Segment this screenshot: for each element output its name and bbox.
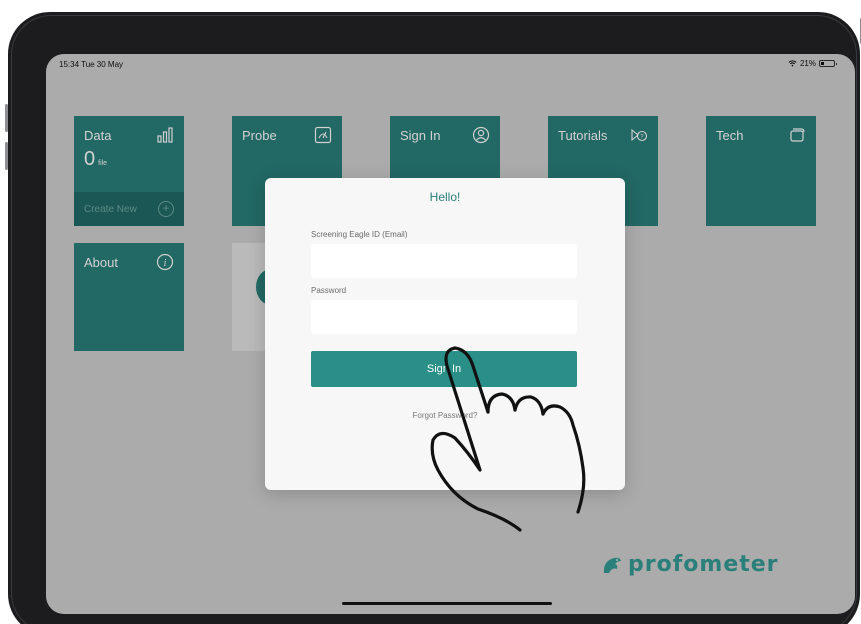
ipad-frame: 15:34 Tue 30 May 21% Data 0 file Create … [5, 12, 861, 624]
signin-modal: Hello! Screening Eagle ID (Email) Passwo… [265, 178, 625, 490]
tablet-screen: 15:34 Tue 30 May 21% Data 0 file Create … [46, 54, 855, 614]
home-indicator[interactable] [342, 602, 552, 605]
stage: 15:34 Tue 30 May 21% Data 0 file Create … [0, 0, 861, 624]
password-field[interactable] [311, 300, 577, 334]
email-field[interactable] [311, 244, 577, 278]
volume-button [5, 104, 8, 132]
password-label: Password [311, 286, 347, 295]
eagle-logo-icon [603, 557, 621, 573]
modal-title: Hello! [429, 190, 461, 204]
forgot-password-link[interactable]: Forgot Password? [265, 411, 625, 420]
email-label: Screening Eagle ID (Email) [311, 230, 408, 239]
profometer-logo: profometer [602, 552, 779, 577]
volume-button [5, 142, 8, 170]
sign-in-button[interactable]: Sign In [311, 351, 577, 387]
logo-text: profometer [628, 552, 779, 577]
